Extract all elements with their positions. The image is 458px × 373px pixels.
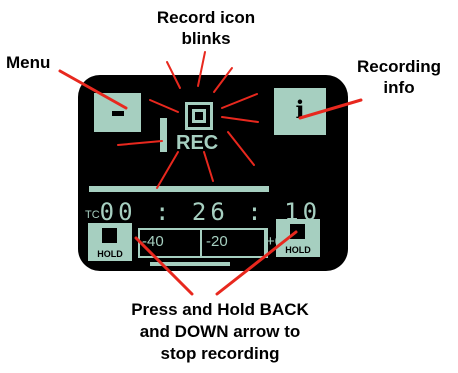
hold-left-arrow xyxy=(134,236,194,296)
blink-ray xyxy=(213,67,233,93)
annotation-overlay xyxy=(58,51,363,296)
blink-ray xyxy=(117,140,163,146)
recording-info-arrow xyxy=(298,98,363,120)
blink-ray xyxy=(149,99,179,113)
blink-ray xyxy=(197,51,206,87)
blink-ray xyxy=(221,93,258,109)
blink-ray xyxy=(156,151,179,189)
menu-arrow xyxy=(58,69,128,110)
hold-right-arrow xyxy=(215,230,298,296)
blink-ray xyxy=(203,151,214,182)
blink-rays xyxy=(117,51,259,189)
blink-ray xyxy=(227,131,255,166)
callout-arrows xyxy=(58,69,363,296)
blink-ray xyxy=(166,61,181,89)
blink-ray xyxy=(221,116,259,123)
